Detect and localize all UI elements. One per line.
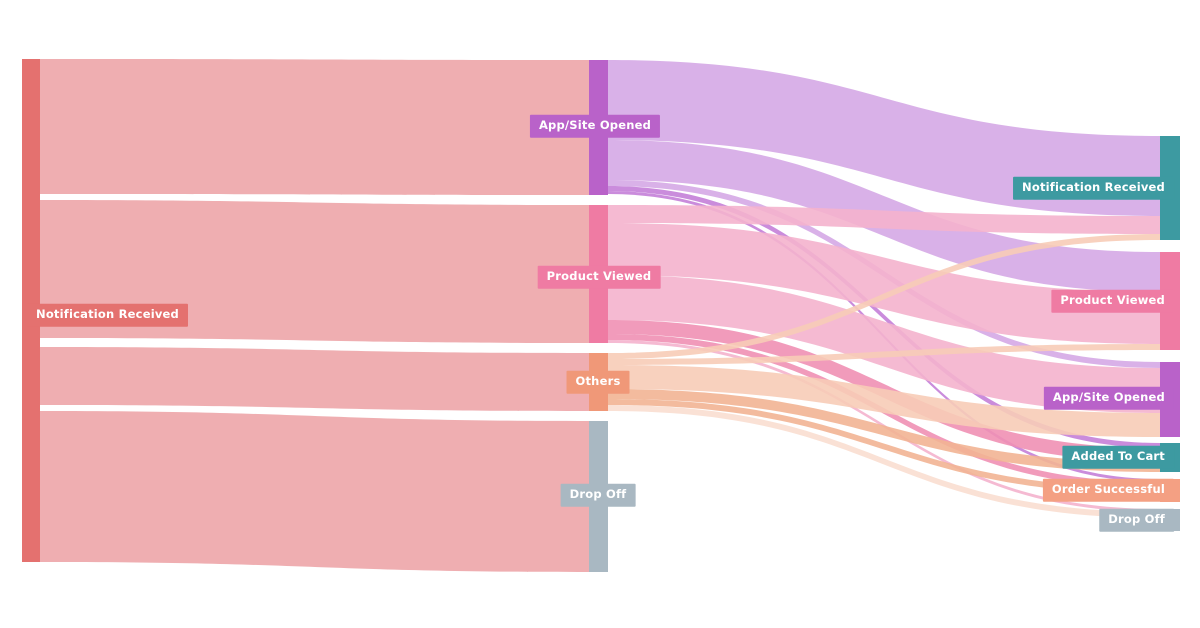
node-label-r0[interactable]: Notification Received <box>1013 176 1174 200</box>
node-label-r4[interactable]: Order Successful <box>1042 478 1174 502</box>
sankey-link[interactable] <box>40 347 589 411</box>
node-label-r1[interactable]: Product Viewed <box>1051 289 1174 313</box>
node-label-m1[interactable]: Product Viewed <box>537 265 661 289</box>
node-label-r2[interactable]: App/Site Opened <box>1043 386 1174 410</box>
node-label-r5[interactable]: Drop Off <box>1099 508 1174 532</box>
node-label-m0[interactable]: App/Site Opened <box>529 114 661 138</box>
sankey-link[interactable] <box>40 411 589 572</box>
node-label-n0[interactable]: Notification Received <box>27 303 188 327</box>
node-label-r3[interactable]: Added To Cart <box>1062 445 1174 469</box>
node-label-m3[interactable]: Drop Off <box>560 483 636 507</box>
node-label-m2[interactable]: Others <box>566 370 630 394</box>
sankey-chart: Notification Received App/Site Opened Prod… <box>0 0 1200 628</box>
sankey-link[interactable] <box>40 59 589 195</box>
